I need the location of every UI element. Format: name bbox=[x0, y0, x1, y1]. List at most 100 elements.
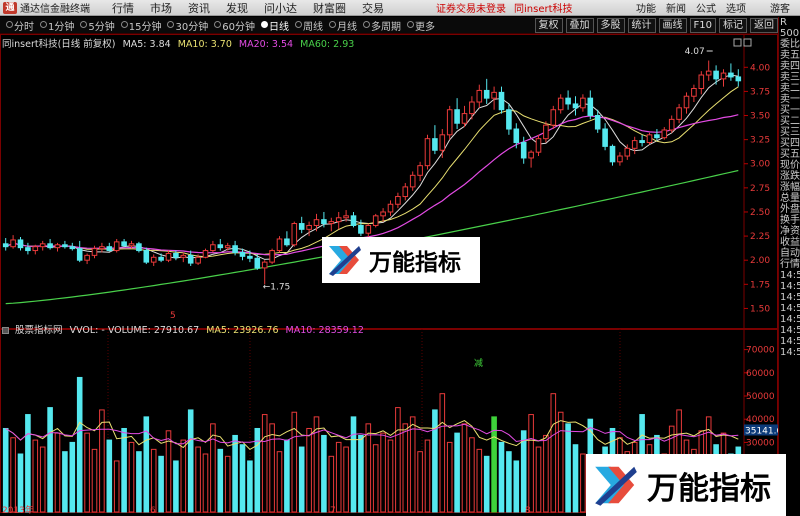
quote-panel-item: 买四 bbox=[780, 138, 800, 149]
menu-trade[interactable]: 交易 bbox=[362, 0, 384, 16]
volume-bar bbox=[150, 448, 157, 513]
period-15min[interactable]: 15分钟 bbox=[120, 18, 161, 33]
candle-body bbox=[402, 186, 409, 198]
current-volume-label: 35141.66 bbox=[745, 426, 778, 436]
menu-news-right[interactable]: 新闻 bbox=[666, 0, 686, 15]
candle-body bbox=[646, 134, 653, 144]
volume-bar bbox=[454, 432, 460, 513]
quote-panel: R 500 委比 卖五 卖四 卖三 卖二 卖一 买一 买二 买三 买四 买五 现价 涨跌 涨幅 总量 外盘 换手 净资… bbox=[778, 17, 800, 516]
volume-bar bbox=[446, 441, 453, 513]
price-axis-label: 4.00 bbox=[750, 63, 770, 73]
menu-options[interactable]: 选项 bbox=[726, 0, 746, 15]
candle-body bbox=[143, 250, 150, 263]
vol-ma5-value: MA5: 23926.76 bbox=[206, 325, 279, 336]
volume-bar bbox=[298, 446, 305, 513]
volume-bar bbox=[580, 453, 586, 513]
volume-bar bbox=[76, 376, 83, 513]
candle-body bbox=[557, 97, 564, 111]
menu-market[interactable]: 市场 bbox=[150, 0, 172, 16]
volume-bar bbox=[572, 444, 579, 513]
volume-bar bbox=[535, 446, 542, 513]
candle-body bbox=[62, 244, 68, 248]
menu-quotes[interactable]: 行情 bbox=[112, 0, 134, 16]
period-1min[interactable]: 1分钟 bbox=[40, 18, 74, 33]
tool-adjust-button[interactable]: 复权 bbox=[534, 17, 563, 33]
period-5min[interactable]: 5分钟 bbox=[80, 18, 115, 33]
quote-panel-item: 现价 bbox=[780, 160, 800, 171]
volume-ma-lines bbox=[5, 420, 739, 451]
candle-body bbox=[476, 89, 483, 103]
candle-body bbox=[47, 243, 53, 249]
quote-panel-item: 14:5 bbox=[780, 292, 800, 303]
volume-bar bbox=[557, 411, 564, 513]
candle-body bbox=[224, 245, 231, 249]
candle-body bbox=[683, 95, 690, 109]
period-30min[interactable]: 30分钟 bbox=[167, 18, 208, 33]
candle-body bbox=[528, 151, 534, 159]
candle-body bbox=[128, 243, 135, 247]
quote-panel-item: 卖五 bbox=[780, 50, 800, 61]
quote-panel-item: 收益 bbox=[780, 237, 800, 248]
ma60-value: MA60: 2.93 bbox=[300, 39, 355, 50]
menu-formula[interactable]: 公式 bbox=[696, 0, 716, 15]
period-monthly[interactable]: 月线 bbox=[328, 18, 357, 33]
tool-multistock-button[interactable]: 多股 bbox=[596, 17, 625, 33]
vvol-value: VVOL: - VOLUME: 27910.67 bbox=[69, 325, 200, 336]
candle-body bbox=[594, 115, 601, 130]
login-notice[interactable]: 证券交易未登录 bbox=[436, 0, 506, 15]
volume-bar bbox=[195, 446, 201, 513]
indicator-source[interactable]: 股票指标网 bbox=[15, 325, 63, 336]
volume-bar bbox=[269, 423, 275, 513]
period-more[interactable]: 更多 bbox=[406, 18, 435, 33]
quote-panel-item: 卖二 bbox=[780, 83, 800, 94]
candle-body bbox=[565, 97, 571, 105]
candle-body bbox=[17, 239, 24, 249]
ma10-line bbox=[5, 86, 739, 258]
tool-draw-button[interactable]: 画线 bbox=[658, 17, 687, 33]
stock-name-label[interactable]: 同insert科技(日线 前复权) bbox=[2, 39, 116, 50]
volume-bar bbox=[550, 393, 557, 513]
candle-body bbox=[121, 241, 127, 247]
candle-body bbox=[365, 224, 372, 234]
candle-body bbox=[676, 107, 682, 120]
period-intraday[interactable]: 分时 bbox=[6, 18, 34, 33]
quote-panel-item: 14:5 bbox=[780, 303, 800, 314]
volume-bar bbox=[247, 460, 253, 513]
quote-panel-item: 换手 bbox=[780, 215, 800, 226]
quote-panel-item: R bbox=[780, 17, 787, 28]
candle-body bbox=[572, 103, 579, 109]
menu-functions[interactable]: 功能 bbox=[636, 0, 656, 15]
volume-bar bbox=[128, 441, 135, 513]
menu-news[interactable]: 资讯 bbox=[188, 0, 210, 16]
tool-back-button[interactable]: 返回 bbox=[750, 17, 778, 33]
price-axis-label: 2.25 bbox=[750, 232, 770, 242]
indicator-toggle-icon[interactable] bbox=[2, 327, 9, 334]
price-axis-label: 3.25 bbox=[750, 136, 770, 146]
tool-stats-button[interactable]: 统计 bbox=[627, 17, 656, 33]
period-daily[interactable]: 日线 bbox=[260, 18, 289, 33]
tool-mark-button[interactable]: 标记 bbox=[719, 17, 747, 33]
period-60min[interactable]: 60分钟 bbox=[214, 18, 255, 33]
volume-axis-label: 70000 bbox=[746, 346, 775, 356]
period-weekly[interactable]: 周线 bbox=[294, 18, 323, 33]
candle-body bbox=[720, 72, 727, 80]
volume-bar bbox=[483, 455, 490, 513]
low-price-marker: ←1.75 bbox=[263, 282, 291, 292]
menu-discover[interactable]: 发现 bbox=[226, 0, 248, 16]
candle-body bbox=[372, 215, 379, 226]
period-multi[interactable]: 多周期 bbox=[362, 18, 401, 33]
volume-bar bbox=[543, 434, 549, 513]
volume-bar bbox=[10, 437, 16, 513]
guest-label[interactable]: 游客 bbox=[770, 0, 790, 15]
menu-ask[interactable]: 问小达 bbox=[264, 0, 297, 16]
price-pane-border bbox=[0, 34, 778, 329]
tool-overlay-button[interactable]: 叠加 bbox=[565, 17, 594, 33]
candle-body bbox=[409, 174, 416, 188]
candle-body bbox=[10, 239, 16, 248]
candle-body bbox=[639, 140, 645, 144]
tool-f10-button[interactable]: F10 bbox=[689, 17, 716, 33]
quote-panel-item: 委比 bbox=[780, 39, 800, 50]
ma20-value: MA20: 3.54 bbox=[238, 39, 294, 50]
menu-wealth[interactable]: 财富圈 bbox=[313, 0, 346, 16]
quote-panel-item: 净资 bbox=[780, 226, 800, 237]
